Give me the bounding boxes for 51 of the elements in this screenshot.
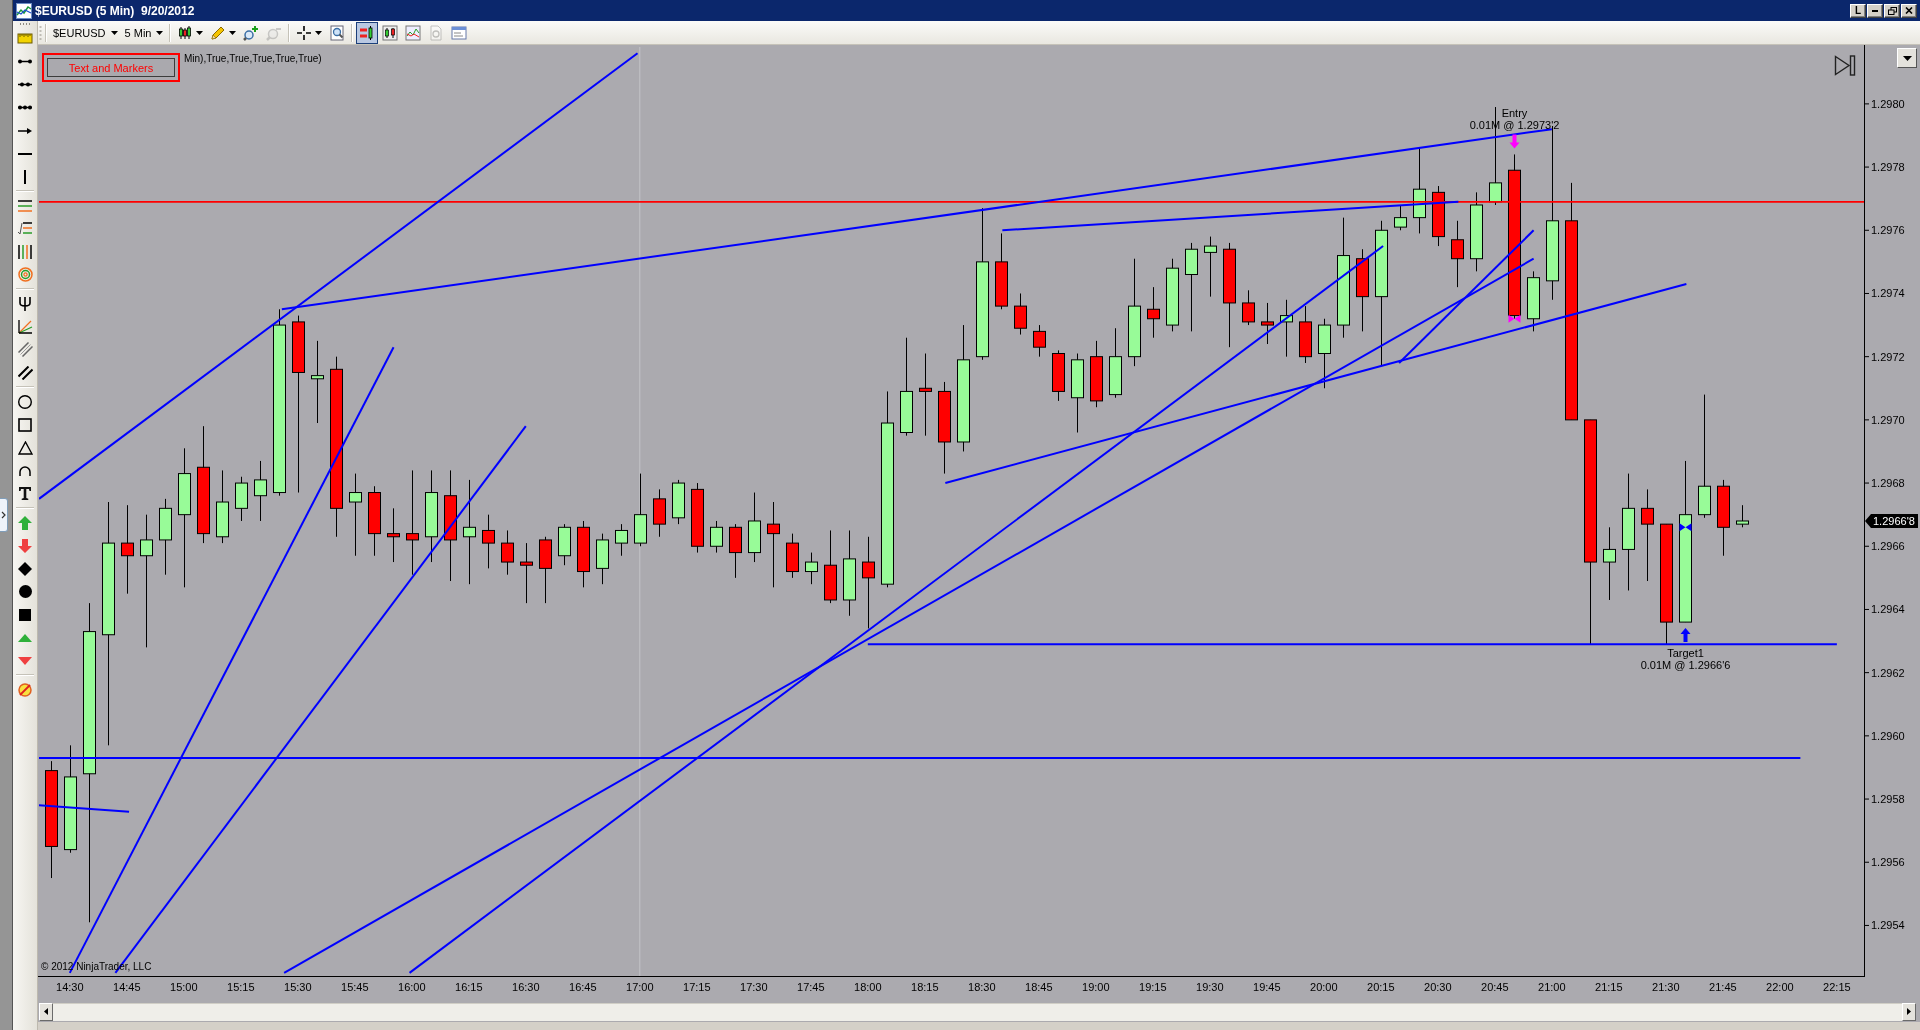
time-label: 15:45 — [341, 981, 369, 993]
time-label: 14:30 — [56, 981, 84, 993]
price-label: 1.2962 — [1871, 666, 1905, 679]
time-label: 21:00 — [1538, 981, 1566, 993]
time-label: 18:30 — [968, 981, 996, 993]
time-label: 15:15 — [227, 981, 255, 993]
price-label: 1.2968 — [1871, 477, 1905, 490]
time-label: 17:15 — [683, 981, 711, 993]
time-label: 20:30 — [1424, 981, 1452, 993]
time-label: 19:15 — [1139, 981, 1167, 993]
time-label: 18:45 — [1025, 981, 1053, 993]
execution-detail: 0.01M @ 1.2966'6 — [1640, 659, 1731, 672]
time-label: 14:45 — [113, 981, 141, 993]
price-label: 1.2958 — [1871, 793, 1905, 806]
time-label: 18:00 — [854, 981, 882, 993]
price-label: 1.2964 — [1871, 603, 1905, 616]
time-label: 22:00 — [1766, 981, 1794, 993]
time-label: 17:30 — [740, 981, 768, 993]
time-label: 16:30 — [512, 981, 540, 993]
execution-label: Target1 — [1667, 647, 1704, 660]
price-label: 1.2970 — [1871, 413, 1905, 426]
time-label: 20:00 — [1310, 981, 1338, 993]
price-label: 1.2980 — [1871, 97, 1905, 110]
price-label: 1.2976 — [1871, 224, 1905, 237]
time-label: 20:15 — [1367, 981, 1395, 993]
time-label: 17:45 — [797, 981, 825, 993]
time-label: 17:00 — [626, 981, 654, 993]
time-label: 16:15 — [455, 981, 483, 993]
time-label: 21:30 — [1652, 981, 1680, 993]
price-label: 1.2956 — [1871, 856, 1905, 869]
time-label: 16:45 — [569, 981, 597, 993]
time-label: 19:00 — [1082, 981, 1110, 993]
indicator-label: Min),True,True,True,True,True) — [184, 53, 322, 64]
execution-label: Entry — [1501, 107, 1528, 120]
time-label: 18:15 — [911, 981, 939, 993]
time-label: 19:45 — [1253, 981, 1281, 993]
time-label: 15:00 — [170, 981, 198, 993]
time-label: 16:00 — [398, 981, 426, 993]
price-label: 1.2966 — [1871, 540, 1905, 553]
price-label: 1.2974 — [1871, 287, 1905, 300]
price-label: 1.2972 — [1871, 350, 1905, 363]
price-label: 1.2954 — [1871, 919, 1905, 932]
price-label: 1.2978 — [1871, 161, 1905, 174]
time-label: 15:30 — [284, 981, 312, 993]
time-label: 20:45 — [1481, 981, 1509, 993]
window-title: $EURUSD (5 Min) 9/20/2012 — [35, 3, 195, 18]
price-label: 1.2960 — [1871, 729, 1905, 742]
time-label: 22:15 — [1823, 981, 1851, 993]
time-label: 21:45 — [1709, 981, 1737, 993]
time-label: 21:15 — [1595, 981, 1623, 993]
time-label: 19:30 — [1196, 981, 1224, 993]
